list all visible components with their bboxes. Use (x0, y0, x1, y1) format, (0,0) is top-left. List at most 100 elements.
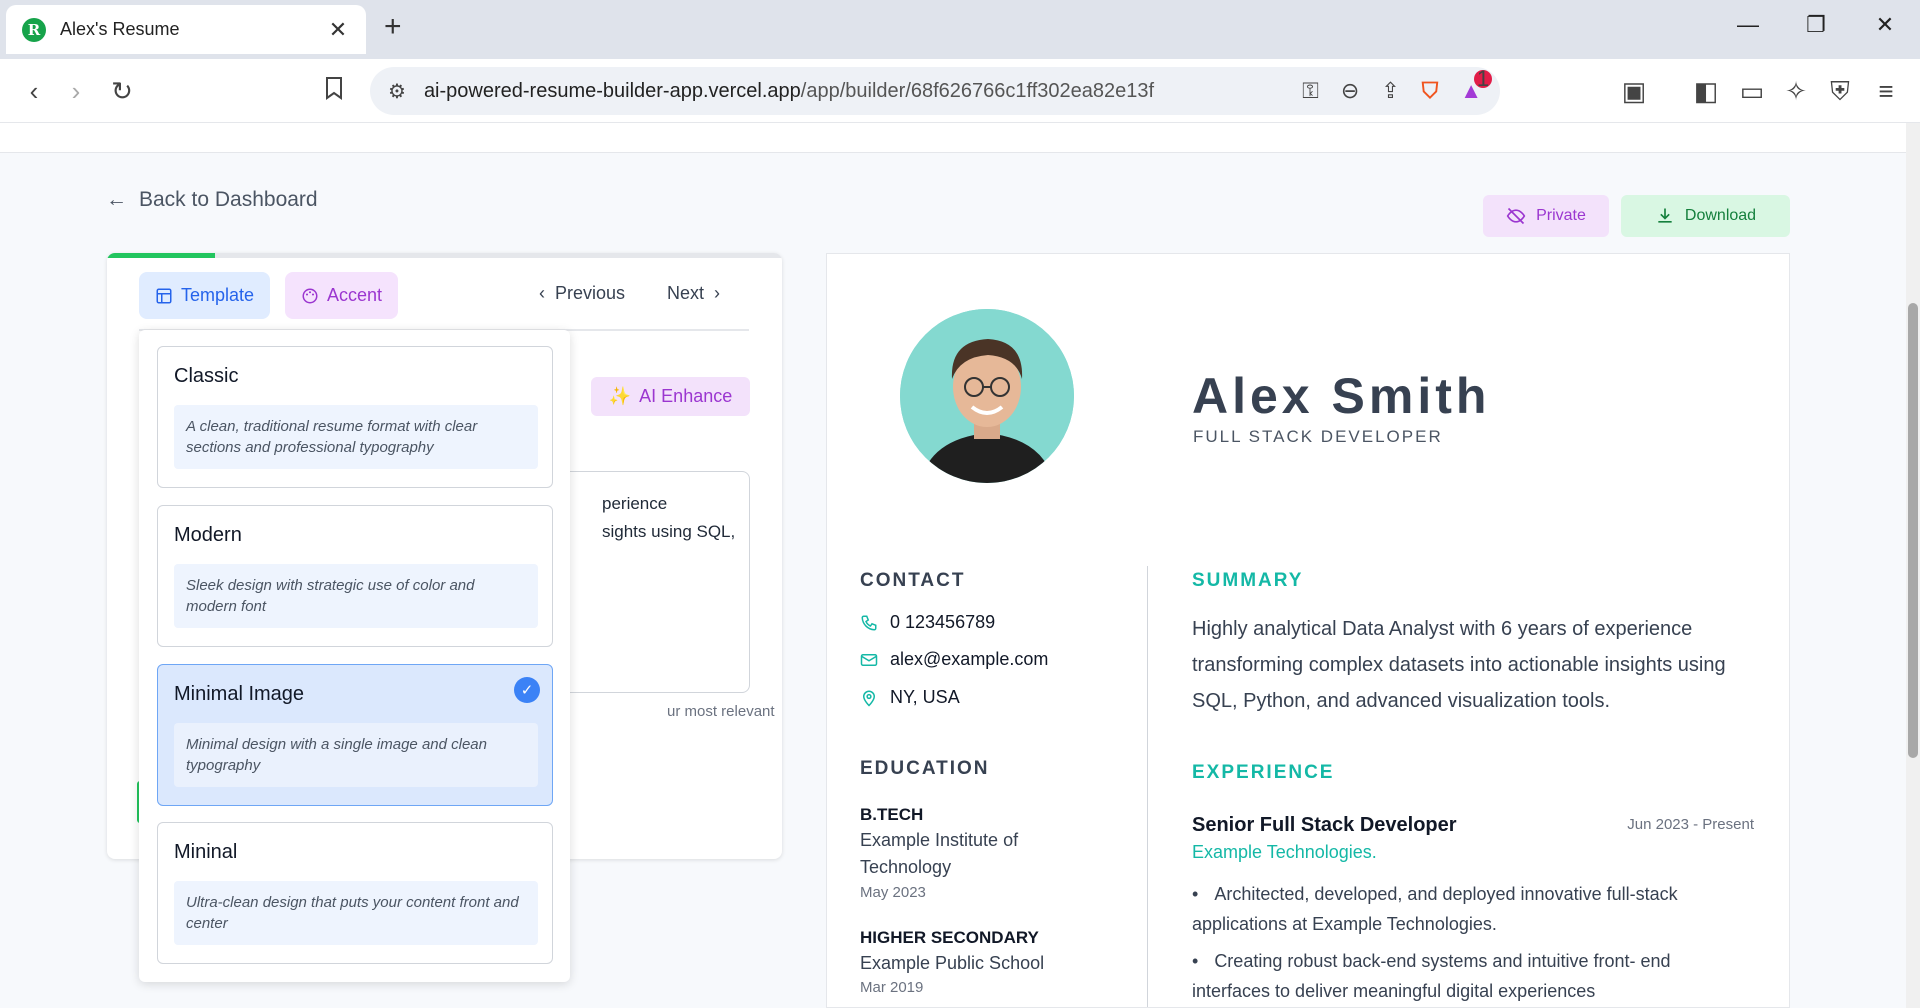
contact-email: alex@example.com (860, 649, 1048, 670)
back-label: Back to Dashboard (139, 188, 318, 211)
chevron-left-icon: ‹ (539, 283, 555, 303)
job-bullet: Creating robust back-end systems and int… (1192, 946, 1747, 1006)
menu-icon[interactable]: ≡ (1870, 75, 1902, 107)
bookmark-icon[interactable] (318, 75, 350, 107)
tab-close-icon[interactable]: ✕ (326, 17, 350, 43)
education-degree: HIGHER SECONDARY (860, 928, 1039, 947)
ai-enhance-label: AI Enhance (639, 386, 733, 406)
template-description: A clean, traditional resume format with … (174, 405, 538, 469)
browser-tab[interactable]: R Alex's Resume ✕ (6, 5, 366, 54)
previous-button[interactable]: ‹ Previous (539, 283, 625, 304)
template-tab-label: Template (181, 285, 255, 305)
phone-text: 0 123456789 (890, 612, 996, 632)
tab-title: Alex's Resume (60, 19, 180, 39)
app-header-strip (0, 123, 1906, 153)
next-button[interactable]: Next › (667, 283, 720, 304)
scroll-thumb[interactable] (1908, 303, 1918, 758)
share-icon[interactable]: ⇪ (1381, 78, 1399, 104)
template-description: Ultra-clean design that puts your conten… (174, 881, 538, 945)
reader-icon[interactable]: ▣ (1618, 75, 1650, 107)
progress-fill (107, 253, 215, 258)
summary-heading: SUMMARY (1192, 570, 1304, 591)
template-name: Classic (174, 365, 239, 387)
education-date: Mar 2019 (860, 979, 924, 996)
arrow-left-icon: ← (106, 188, 127, 211)
textarea-line: perience (602, 494, 668, 513)
phone-icon (861, 615, 877, 631)
browser-tabbar: R Alex's Resume ✕ + — ❐ ✕ (0, 0, 1920, 59)
template-tab[interactable]: Template (139, 272, 271, 319)
chevron-right-icon: › (704, 283, 721, 303)
template-description: Sleek design with strategic use of color… (174, 564, 538, 628)
previous-label: Previous (555, 283, 626, 303)
url-path: /app/builder/68f626766c1ff302ea82e13f (800, 79, 1155, 102)
accent-tab[interactable]: Accent (285, 272, 399, 319)
job-company: Example Technologies. (1192, 842, 1377, 862)
column-divider (1147, 566, 1148, 1007)
sidebar-icon[interactable]: ◧ (1690, 75, 1722, 107)
forward-icon[interactable]: › (60, 75, 92, 107)
summary-text: Highly analytical Data Analyst with 6 ye… (1192, 618, 1726, 712)
wallet-icon[interactable]: ▭ (1736, 75, 1768, 107)
rewards-badge: 1 (1474, 66, 1492, 91)
job-date: Jun 2023 - Present (1627, 816, 1754, 833)
url-site: ai-powered-resume-builder-app.vercel.app (423, 79, 801, 102)
close-window-icon[interactable]: ✕ (1865, 12, 1905, 38)
brave-shield-icon[interactable]: ⛉ (1422, 78, 1439, 104)
education-school: Example Institute of Technology (860, 830, 1019, 877)
next-label: Next (667, 283, 705, 303)
textarea-hint: ur most relevant (667, 703, 775, 720)
resume-name: Alex Smith (1192, 368, 1491, 424)
education-school: Example Public School (860, 953, 1045, 973)
resume-favicon-icon: R (22, 17, 46, 42)
sparkles-icon: ✨ (608, 386, 632, 406)
template-option-classic[interactable]: Classic A clean, traditional resume form… (157, 346, 553, 488)
private-button[interactable]: Private (1483, 195, 1609, 237)
download-button[interactable]: Download (1621, 195, 1790, 237)
location-text: NY, USA (890, 687, 960, 707)
experience-heading: EXPERIENCE (1192, 762, 1335, 783)
template-name: Minimal Image (174, 683, 305, 705)
brave-rewards-icon[interactable]: ▲ 1 (1460, 66, 1492, 104)
contact-location: NY, USA (860, 687, 960, 708)
email-text: alex@example.com (890, 649, 1049, 669)
vpn-icon[interactable]: ⛨ (1824, 75, 1856, 107)
address-bar[interactable]: ⚙ ai-powered-resume-builder-app.vercel.a… (370, 66, 1500, 115)
leo-ai-icon[interactable]: ✧ (1780, 75, 1812, 107)
education-date: May 2023 (860, 884, 926, 901)
progress-bar (107, 253, 782, 258)
check-icon: ✓ (514, 677, 540, 703)
profile-photo (900, 309, 1074, 483)
job-bullet: Architected, developed, and deployed inn… (1192, 879, 1747, 939)
new-tab-icon[interactable]: + (384, 10, 402, 44)
ai-enhance-button[interactable]: ✨ AI Enhance (591, 377, 750, 416)
back-to-dashboard-link[interactable]: ← Back to Dashboard (106, 188, 318, 212)
contact-phone: 0 123456789 (860, 612, 995, 633)
contact-heading: CONTACT (860, 570, 966, 591)
reload-icon[interactable]: ↻ (106, 75, 138, 107)
minimize-icon[interactable]: — (1728, 12, 1768, 38)
job-title: Senior Full Stack Developer (1192, 814, 1457, 836)
download-label: Download (1684, 207, 1757, 224)
education-heading: EDUCATION (860, 758, 990, 779)
resume-preview: Alex Smith FULL STACK DEVELOPER CONTACT … (826, 253, 1790, 1008)
layout-icon (156, 288, 172, 303)
textarea-line: sights using SQL, (602, 522, 736, 541)
back-icon[interactable]: ‹ (18, 75, 50, 107)
download-icon (1658, 208, 1672, 223)
key-icon[interactable]: ⚿ (1302, 78, 1319, 104)
template-option-modern[interactable]: Modern Sleek design with strategic use o… (157, 505, 553, 647)
eye-off-icon (1506, 207, 1526, 225)
restore-icon[interactable]: ❐ (1796, 12, 1836, 38)
private-label: Private (1536, 207, 1586, 224)
map-pin-icon (862, 690, 876, 707)
page-scrollbar[interactable] (1906, 123, 1920, 1008)
zoom-icon[interactable]: ⊖ (1341, 78, 1359, 104)
accent-tab-label: Accent (327, 285, 383, 305)
template-description: Minimal design with a single image and c… (174, 723, 538, 787)
template-option-mininal[interactable]: Mininal Ultra-clean design that puts you… (157, 822, 553, 964)
browser-toolbar: ‹ › ↻ ⚙ ai-powered-resume-builder-app.ve… (0, 59, 1920, 123)
template-option-minimal-image[interactable]: Minimal Image ✓ Minimal design with a si… (157, 664, 553, 806)
template-dropdown: Classic A clean, traditional resume form… (139, 330, 570, 982)
site-settings-icon[interactable]: ⚙ (388, 79, 406, 104)
